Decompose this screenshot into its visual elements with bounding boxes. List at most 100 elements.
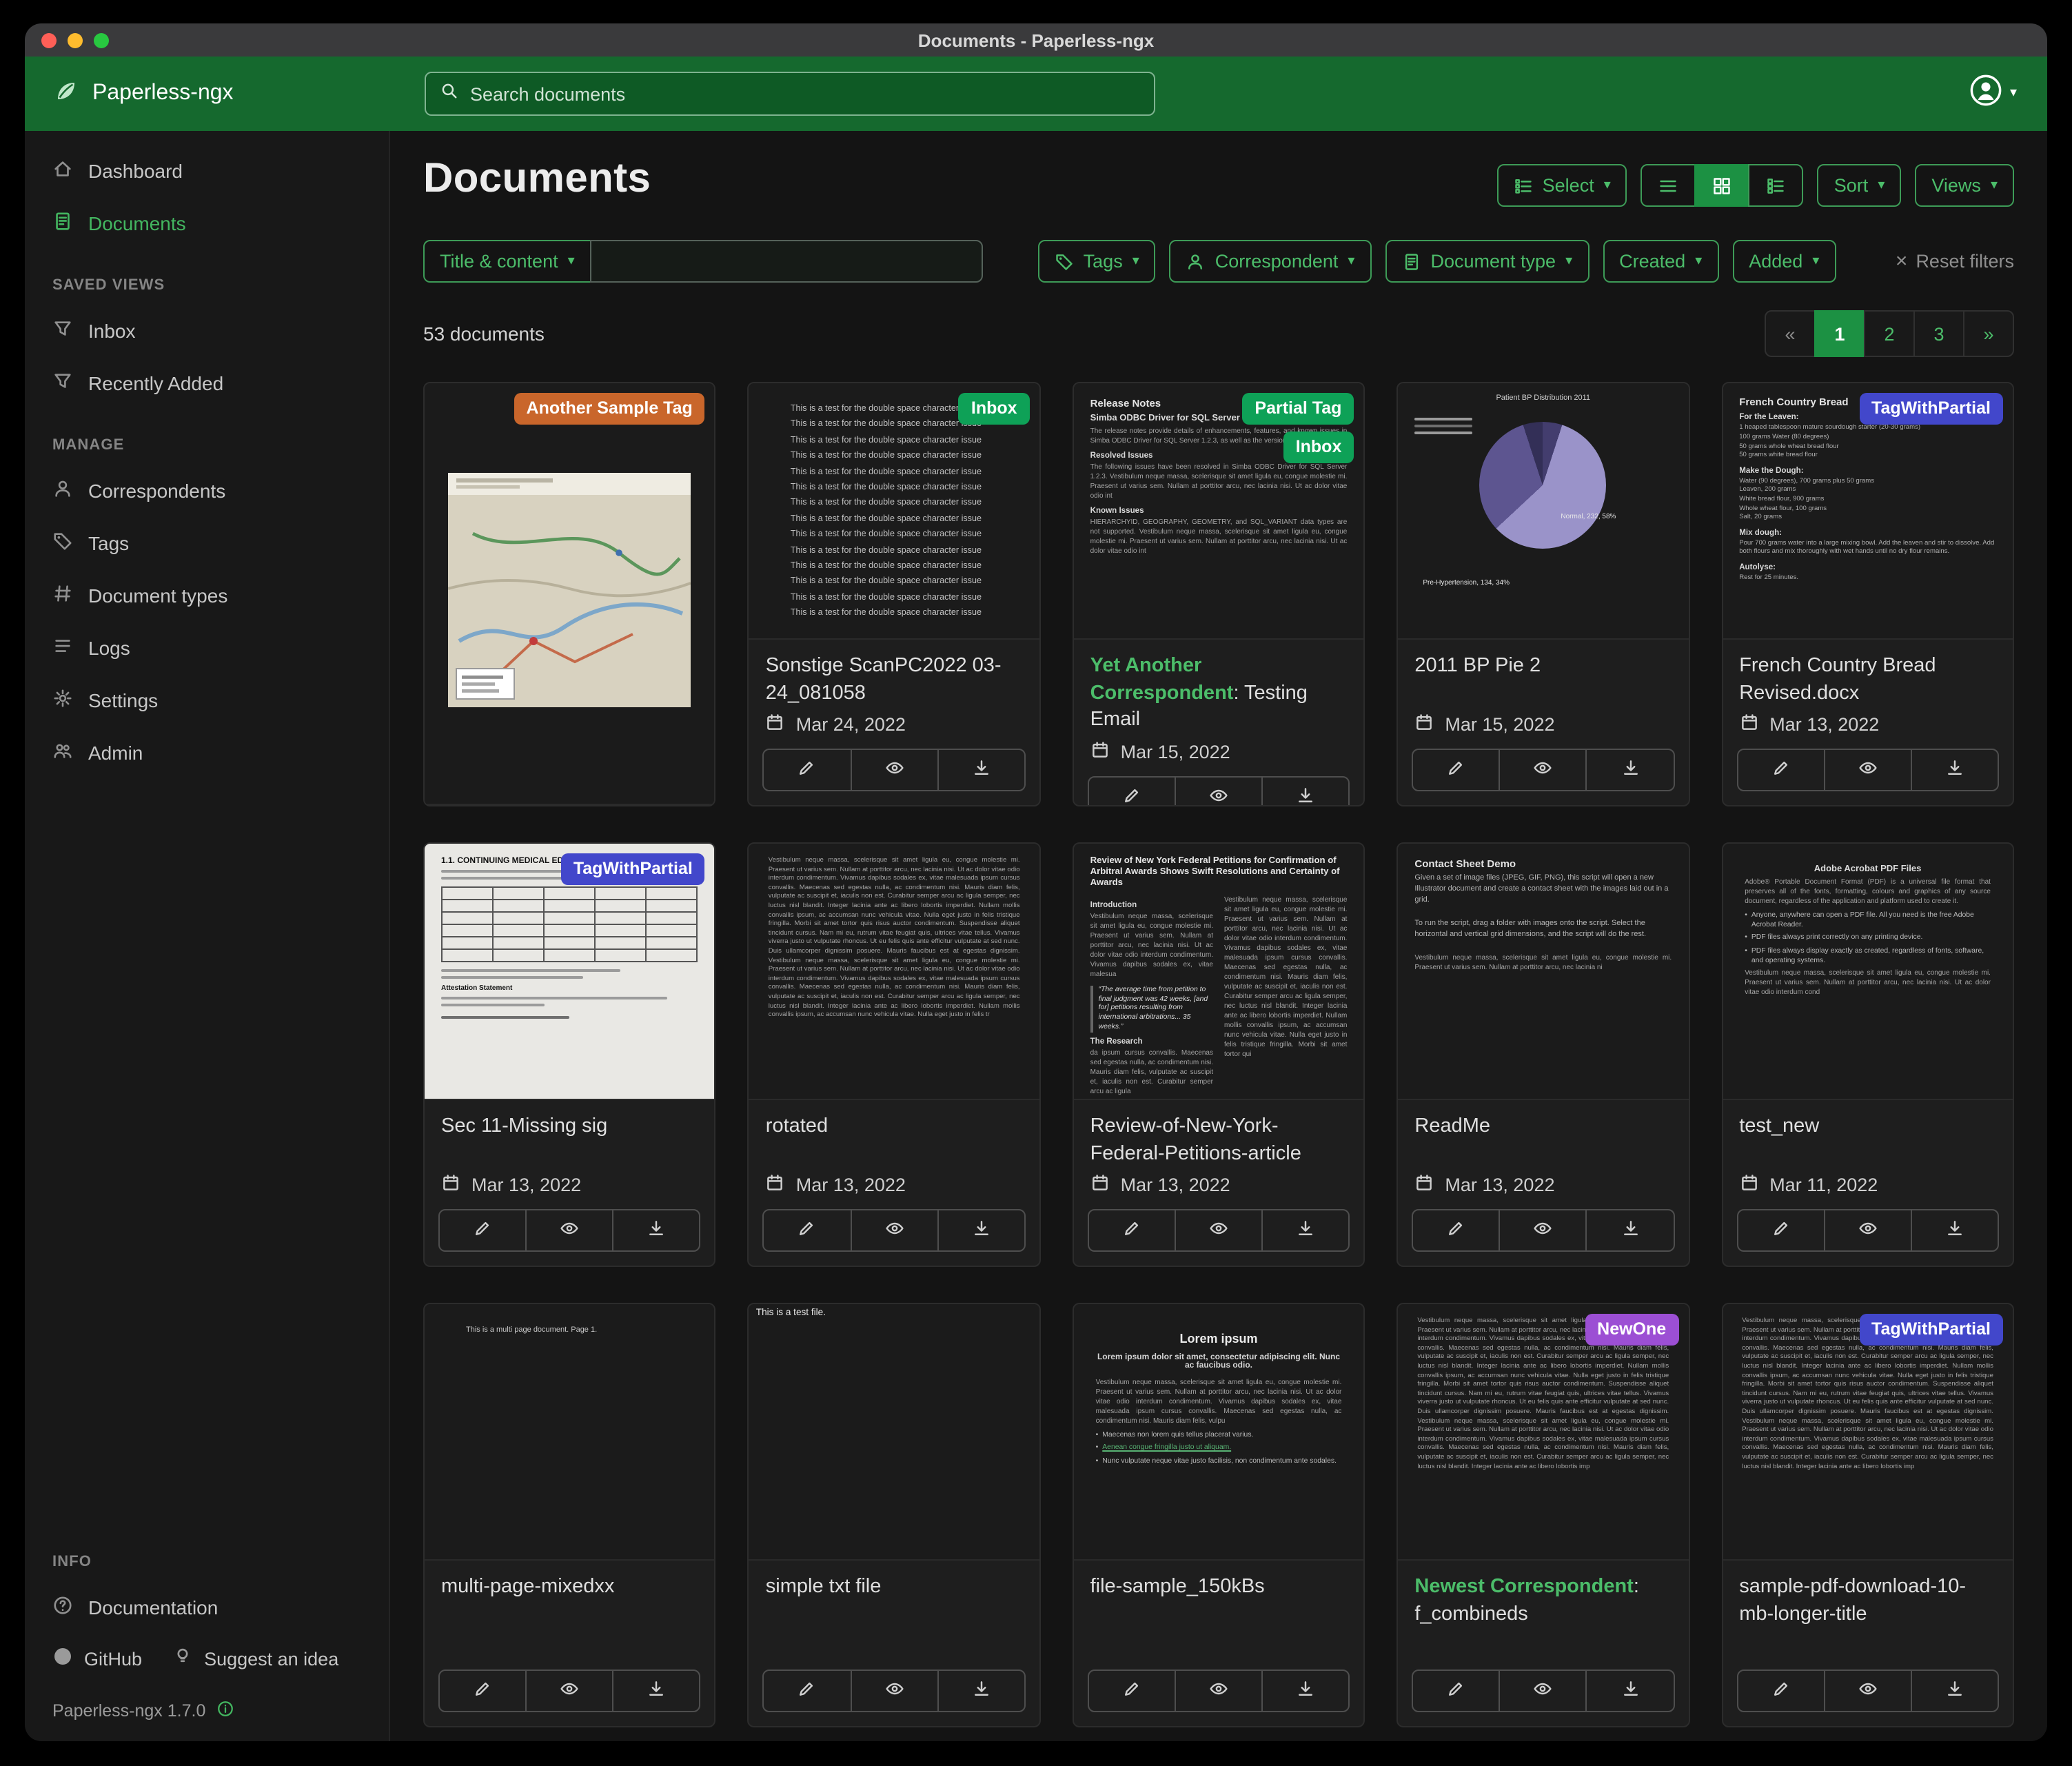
preview-button[interactable] — [1175, 1210, 1261, 1250]
edit-button[interactable] — [1413, 1210, 1499, 1250]
document-thumbnail[interactable]: Patient BP Distribution 2011Normal, 232,… — [1398, 383, 1688, 640]
download-button[interactable] — [1586, 1671, 1673, 1711]
sidebar-item-documents[interactable]: Documents — [25, 197, 389, 250]
download-button[interactable] — [937, 1210, 1024, 1250]
preview-button[interactable] — [525, 1671, 612, 1711]
edit-button[interactable] — [1413, 750, 1499, 790]
document-thumbnail[interactable]: Vestibulum neque massa, scelerisque sit … — [749, 844, 1039, 1100]
edit-button[interactable] — [1089, 1210, 1175, 1250]
filter-text-input[interactable] — [590, 240, 983, 283]
edit-button[interactable] — [1089, 777, 1175, 806]
preview-button[interactable] — [1499, 1671, 1586, 1711]
document-thumbnail[interactable]: This is a multi page document. Page 1. — [425, 1304, 715, 1561]
preview-button[interactable] — [1823, 750, 1910, 790]
sidebar-item-recently-added[interactable]: Recently Added — [25, 357, 389, 409]
select-button[interactable]: Select ▾ — [1497, 164, 1627, 207]
tag-badge[interactable]: NewOne — [1585, 1314, 1678, 1346]
minimize-button[interactable] — [68, 32, 83, 48]
preview-button[interactable] — [850, 750, 937, 790]
user-menu[interactable]: ▾ — [1969, 73, 2017, 114]
download-button[interactable] — [1911, 1210, 1998, 1250]
zoom-button[interactable] — [94, 32, 109, 48]
sidebar-item-github[interactable]: GitHub — [52, 1634, 142, 1683]
preview-button[interactable] — [850, 1671, 937, 1711]
document-title[interactable]: rotated — [749, 1100, 1039, 1173]
preview-button[interactable] — [1499, 750, 1586, 790]
download-button[interactable] — [613, 1671, 700, 1711]
sidebar-item-dashboard[interactable]: Dashboard — [25, 145, 389, 197]
document-thumbnail[interactable]: Lorem ipsumLorem ipsum dolor sit amet, c… — [1074, 1304, 1364, 1561]
search-input[interactable] — [470, 83, 1140, 104]
reset-filters-button[interactable]: × Reset filters — [1896, 251, 2014, 272]
edit-button[interactable] — [440, 1210, 525, 1250]
download-button[interactable] — [937, 750, 1024, 790]
view-detail-button[interactable] — [1749, 164, 1804, 207]
filter-document-type-button[interactable]: Document type▾ — [1385, 240, 1589, 283]
document-thumbnail[interactable]: Adobe Acrobat PDF FilesAdobe® Portable D… — [1723, 844, 2013, 1100]
edit-button[interactable] — [1738, 1671, 1823, 1711]
document-thumbnail[interactable]: Review of New York Federal Petitions for… — [1074, 844, 1364, 1100]
preview-button[interactable] — [1499, 1210, 1586, 1250]
filter-tags-button[interactable]: Tags▾ — [1038, 240, 1156, 283]
document-title[interactable]: test_new — [1723, 1100, 2013, 1173]
preview-button[interactable] — [1823, 1671, 1910, 1711]
tag-badge[interactable]: Inbox — [959, 393, 1030, 425]
pagination-prev-button[interactable]: « — [1765, 310, 1816, 357]
document-thumbnail[interactable]: This is a test file. — [749, 1304, 1039, 1561]
tag-badge[interactable]: Partial Tag — [1242, 393, 1354, 425]
document-title[interactable]: simple txt file — [749, 1561, 1039, 1669]
sidebar-item-settings[interactable]: Settings — [25, 674, 389, 727]
sort-button[interactable]: Sort ▾ — [1818, 164, 1902, 207]
filter-created-button[interactable]: Created▾ — [1603, 240, 1718, 283]
sidebar-item-suggest-an-idea[interactable]: Suggest an idea — [172, 1634, 338, 1683]
document-title[interactable]: French Country Bread Revised.docx — [1723, 640, 2013, 713]
document-title[interactable]: Sec 11-Missing sig — [425, 1100, 715, 1173]
download-button[interactable] — [613, 1210, 700, 1250]
sidebar-item-correspondents[interactable]: Correspondents — [25, 465, 389, 517]
edit-button[interactable] — [764, 750, 850, 790]
document-title[interactable]: 2sample-pdf-with-images — [425, 805, 715, 806]
views-button[interactable]: Views ▾ — [1915, 164, 2014, 207]
pagination-next-button[interactable]: » — [1963, 310, 2014, 357]
download-button[interactable] — [1911, 1671, 1998, 1711]
pagination-page-3[interactable]: 3 — [1913, 310, 1964, 357]
filter-correspondent-button[interactable]: Correspondent▾ — [1170, 240, 1372, 283]
title-content-filter-button[interactable]: Title & content ▾ — [423, 240, 591, 283]
document-title[interactable]: file-sample_150kBs — [1074, 1561, 1364, 1669]
document-thumbnail[interactable] — [425, 383, 715, 805]
download-button[interactable] — [1261, 777, 1348, 806]
tag-badge[interactable]: TagWithPartial — [1859, 1314, 2003, 1346]
tag-badge[interactable]: TagWithPartial — [1859, 393, 2003, 425]
app-brand[interactable]: Paperless-ngx — [25, 77, 390, 111]
sidebar-item-logs[interactable]: Logs — [25, 622, 389, 674]
view-grid-button[interactable] — [1695, 164, 1750, 207]
download-button[interactable] — [1261, 1210, 1348, 1250]
document-title[interactable]: Yet Another Correspondent: Testing Email — [1074, 640, 1364, 740]
download-button[interactable] — [1911, 750, 1998, 790]
document-title[interactable]: Sonstige ScanPC2022 03-24_081058 — [749, 640, 1039, 713]
edit-button[interactable] — [764, 1210, 850, 1250]
sidebar-item-documentation[interactable]: Documentation — [25, 1581, 389, 1634]
sidebar-item-tags[interactable]: Tags — [25, 517, 389, 569]
info-icon[interactable] — [216, 1700, 234, 1722]
edit-button[interactable] — [1413, 1671, 1499, 1711]
document-title[interactable]: ReadMe — [1398, 1100, 1688, 1173]
document-title[interactable]: 2011 BP Pie 2 — [1398, 640, 1688, 713]
preview-button[interactable] — [1823, 1210, 1910, 1250]
download-button[interactable] — [1261, 1671, 1348, 1711]
document-correspondent-link[interactable]: Yet Another Correspondent — [1090, 655, 1234, 704]
edit-button[interactable] — [1738, 1210, 1823, 1250]
document-title[interactable]: sample-pdf-download-10-mb-longer-title — [1723, 1561, 2013, 1669]
edit-button[interactable] — [1089, 1671, 1175, 1711]
sidebar-item-inbox[interactable]: Inbox — [25, 305, 389, 357]
sidebar-item-admin[interactable]: Admin — [25, 727, 389, 779]
document-thumbnail[interactable]: Contact Sheet DemoGiven a set of image f… — [1398, 844, 1688, 1100]
preview-button[interactable] — [1175, 1671, 1261, 1711]
document-title[interactable]: multi-page-mixedxx — [425, 1561, 715, 1669]
close-button[interactable] — [41, 32, 57, 48]
pagination-page-2[interactable]: 2 — [1864, 310, 1915, 357]
download-button[interactable] — [1586, 750, 1673, 790]
download-button[interactable] — [937, 1671, 1024, 1711]
document-correspondent-link[interactable]: Newest Correspondent — [1414, 1576, 1633, 1598]
tag-badge[interactable]: Inbox — [1283, 432, 1354, 463]
